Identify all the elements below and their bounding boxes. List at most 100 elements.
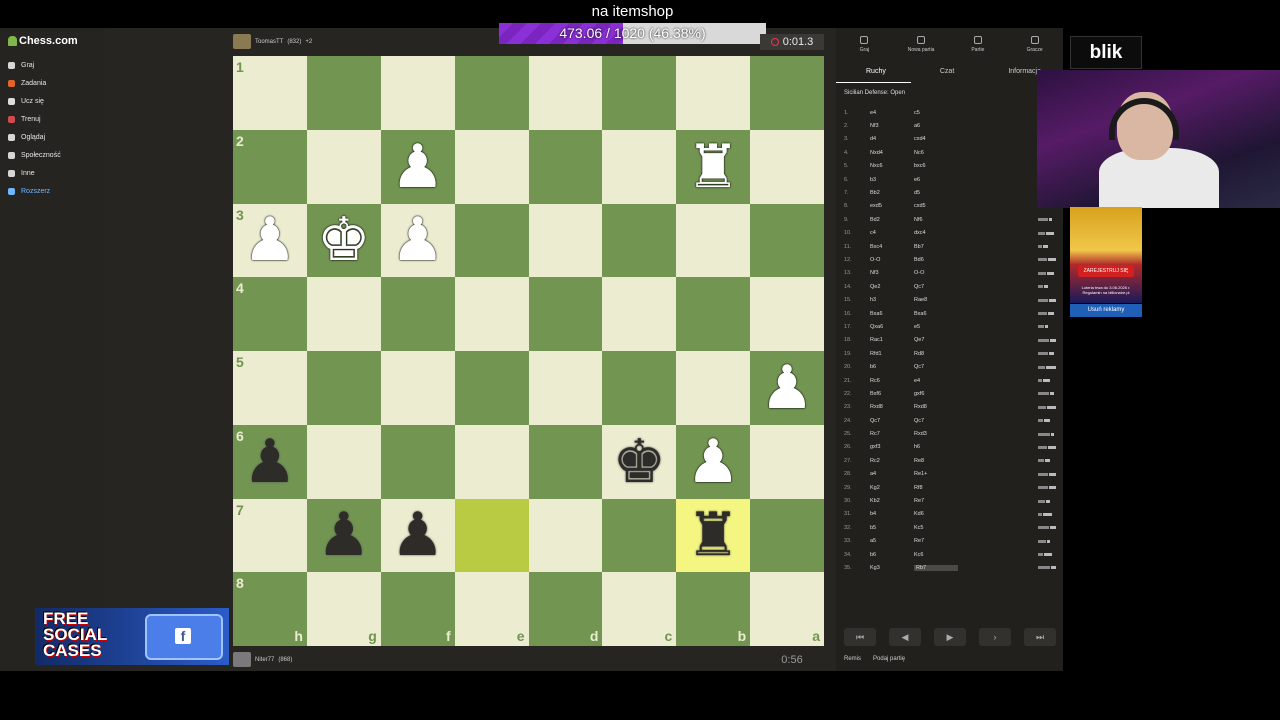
draw-button[interactable]: Remis xyxy=(844,656,861,662)
black-move[interactable]: O-O xyxy=(914,270,958,276)
white-move[interactable]: b6 xyxy=(870,552,914,558)
square-e7[interactable] xyxy=(454,498,529,573)
sidebar-item[interactable]: Graj xyxy=(8,56,61,74)
black-move[interactable]: dxc4 xyxy=(914,230,958,236)
black-move[interactable]: Qe7 xyxy=(914,337,958,343)
square-h6[interactable]: 6 ♟ xyxy=(233,424,307,499)
white-pawn-icon[interactable]: ♟ xyxy=(243,210,297,270)
square-c1[interactable] xyxy=(602,56,677,130)
square-d2[interactable] xyxy=(528,129,603,204)
black-move[interactable]: Bxa6 xyxy=(914,311,958,317)
white-move[interactable]: Rc6 xyxy=(870,378,914,384)
white-move[interactable]: d4 xyxy=(870,136,914,142)
white-move[interactable]: a4 xyxy=(870,471,914,477)
black-move[interactable]: Kd6 xyxy=(914,511,958,517)
square-b3[interactable] xyxy=(676,203,751,278)
black-move[interactable]: Re1+ xyxy=(914,471,958,477)
square-e6[interactable] xyxy=(454,424,529,499)
lottery-ad[interactable]: ZAREJESTRUJ SIĘ Loteria trwa do 3.06.202… xyxy=(1070,207,1142,303)
black-move[interactable]: Rf8 xyxy=(914,485,958,491)
black-move[interactable]: Kc5 xyxy=(914,525,958,531)
white-pawn-icon[interactable]: ♟ xyxy=(391,137,445,197)
white-move[interactable]: Rc7 xyxy=(870,431,914,437)
square-b7[interactable]: ♜ xyxy=(676,498,751,573)
white-king-icon[interactable]: ♚ xyxy=(317,210,371,270)
chess-board[interactable]: 1 2 ♟ ♜ 3 ♟ ♚ ♟ 4 5 ♟ 6 ♟ ♚ ♟ 7 ♟ ♟ ♜ 8 h g f e d c b a xyxy=(233,56,824,646)
white-move[interactable]: Bb2 xyxy=(870,190,914,196)
square-h5[interactable]: 5 xyxy=(233,351,307,425)
sidebar-item[interactable]: Społeczność xyxy=(8,146,61,164)
square-h4[interactable]: 4 xyxy=(233,277,307,351)
top-player-bar[interactable]: ToomasTT (832) +2 xyxy=(233,34,312,49)
black-pawn-icon[interactable]: ♟ xyxy=(317,505,371,565)
panel-tab[interactable]: Gracze xyxy=(1010,36,1060,53)
white-move[interactable]: Bxc4 xyxy=(870,244,914,250)
square-f3[interactable]: ♟ xyxy=(380,203,455,278)
square-g7[interactable]: ♟ xyxy=(306,498,381,573)
white-move[interactable]: h3 xyxy=(870,297,914,303)
white-move[interactable]: gxf3 xyxy=(870,444,914,450)
white-pawn-icon[interactable]: ♟ xyxy=(686,432,740,492)
square-f2[interactable]: ♟ xyxy=(380,129,455,204)
white-move[interactable]: Bxa6 xyxy=(870,311,914,317)
black-move[interactable]: cxd5 xyxy=(914,203,958,209)
play-button[interactable]: ▶ xyxy=(934,628,966,646)
square-b8[interactable]: b xyxy=(676,572,751,646)
white-move[interactable]: Rc2 xyxy=(870,458,914,464)
panel-tab[interactable]: Nowa partia xyxy=(896,36,946,53)
square-a6[interactable] xyxy=(750,424,824,499)
black-move[interactable]: Rxd8 xyxy=(914,404,958,410)
black-move[interactable]: cxd4 xyxy=(914,136,958,142)
white-move[interactable]: Kg2 xyxy=(870,485,914,491)
square-f5[interactable] xyxy=(380,351,455,425)
sidebar-item[interactable]: Zadania xyxy=(8,74,61,92)
square-b1[interactable] xyxy=(676,56,751,130)
black-move[interactable]: e6 xyxy=(914,177,958,183)
white-pawn-icon[interactable]: ♟ xyxy=(760,358,814,418)
white-move[interactable]: Nxd4 xyxy=(870,150,914,156)
panel-tab[interactable]: Partie xyxy=(953,36,1003,53)
sidebar-item[interactable]: Trenuj xyxy=(8,110,61,128)
square-h7[interactable]: 7 xyxy=(233,498,307,573)
black-move[interactable]: Bd6 xyxy=(914,257,958,263)
square-d8[interactable]: d xyxy=(528,572,603,646)
square-g5[interactable] xyxy=(306,351,381,425)
ad-register-button[interactable]: ZAREJESTRUJ SIĘ xyxy=(1078,265,1134,277)
share-game-button[interactable]: Podaj partię xyxy=(873,656,905,662)
subtab[interactable]: Ruchy xyxy=(866,68,886,75)
square-b4[interactable] xyxy=(676,277,751,351)
white-pawn-icon[interactable]: ♟ xyxy=(391,210,445,270)
square-f8[interactable]: f xyxy=(380,572,455,646)
square-a3[interactable] xyxy=(750,203,824,278)
square-e5[interactable] xyxy=(454,351,529,425)
white-move[interactable]: exd5 xyxy=(870,203,914,209)
black-move[interactable]: a6 xyxy=(914,123,958,129)
white-move[interactable]: Nxc6 xyxy=(870,163,914,169)
square-c6[interactable]: ♚ xyxy=(602,424,677,499)
square-e1[interactable] xyxy=(454,56,529,130)
square-f4[interactable] xyxy=(380,277,455,351)
white-rook-icon[interactable]: ♜ xyxy=(686,137,740,197)
square-g2[interactable] xyxy=(306,129,381,204)
square-c3[interactable] xyxy=(602,203,677,278)
white-move[interactable]: b3 xyxy=(870,177,914,183)
square-e3[interactable] xyxy=(454,203,529,278)
square-d3[interactable] xyxy=(528,203,603,278)
black-rook-icon[interactable]: ♜ xyxy=(686,505,740,565)
sidebar-item[interactable]: Inne xyxy=(8,164,61,182)
panel-tab[interactable]: Graj xyxy=(839,36,889,53)
black-move[interactable]: Qc7 xyxy=(914,418,958,424)
black-king-icon[interactable]: ♚ xyxy=(612,432,666,492)
white-move[interactable]: b5 xyxy=(870,525,914,531)
black-move[interactable]: c5 xyxy=(914,110,958,116)
sidebar-item[interactable]: Ucz się xyxy=(8,92,61,110)
square-d6[interactable] xyxy=(528,424,603,499)
white-move[interactable]: Qxa6 xyxy=(870,324,914,330)
black-move[interactable]: Bb7 xyxy=(914,244,958,250)
white-move[interactable]: Qe2 xyxy=(870,284,914,290)
square-c2[interactable] xyxy=(602,129,677,204)
black-move[interactable]: h6 xyxy=(914,444,958,450)
square-a8[interactable]: a xyxy=(750,572,824,646)
black-move[interactable]: Rd8 xyxy=(914,351,958,357)
white-move[interactable]: Kb2 xyxy=(870,498,914,504)
